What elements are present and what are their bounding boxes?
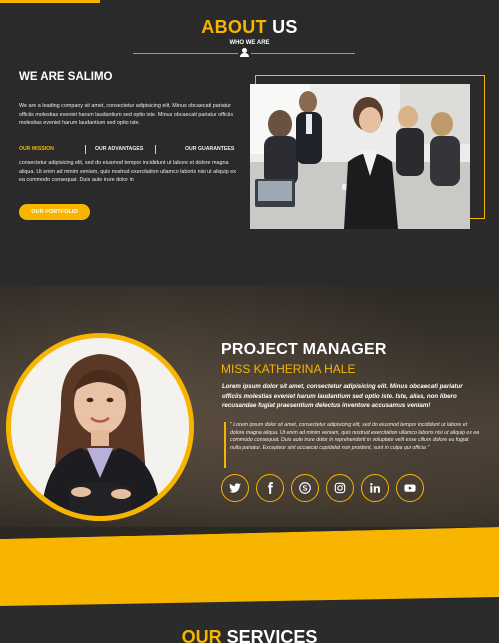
about-heading-prefix: WE ARE — [19, 71, 68, 83]
about-title-highlight: ABOUT — [201, 17, 267, 37]
about-heading-brand: SALIMO — [67, 71, 113, 83]
about-title-rest: US — [266, 17, 298, 37]
manager-intro: Lorem ipsum dolor sit amet, consectetur … — [222, 383, 463, 409]
about-description: We are a leading company sit amet, conse… — [19, 103, 234, 126]
about-subtitle: WHO WE ARE — [229, 40, 270, 46]
user-icon — [238, 48, 251, 58]
services-title: OUR SERVICES — [0, 627, 499, 643]
social-links — [221, 474, 431, 503]
manager-role-title: PROJECT MANAGER — [221, 341, 387, 358]
office-team-image — [250, 84, 470, 229]
services-title-rest: SERVICES — [221, 627, 318, 643]
about-section: ABOUT US WHO WE ARE WE ARE SALIMO We are… — [0, 0, 499, 285]
about-title: ABOUT US — [0, 17, 499, 38]
facebook-icon[interactable] — [256, 474, 284, 502]
tab-separator — [155, 145, 156, 154]
manager-name: MISS KATHERINA HALE — [221, 362, 356, 376]
manager-portrait — [11, 338, 189, 516]
tab-separator — [85, 145, 86, 154]
tab-content-text: consectetur adipisicing elit, sed do eiu… — [19, 160, 236, 183]
linkedin-icon[interactable] — [361, 474, 389, 502]
tab-our-advantages[interactable]: OUR ADVANTAGES — [95, 146, 143, 152]
our-portfolio-button[interactable]: OUR PORTFOLIO — [19, 204, 90, 220]
about-tabs: OUR MISSION OUR ADVANTAGES OUR GUARANTEE… — [19, 145, 241, 154]
tab-our-mission[interactable]: OUR MISSION — [19, 146, 54, 152]
youtube-icon[interactable] — [396, 474, 424, 502]
skype-icon[interactable] — [291, 474, 319, 502]
twitter-icon[interactable] — [221, 474, 249, 502]
top-accent-bar — [0, 0, 100, 3]
tab-our-guarantees[interactable]: OUR GUARANTEES — [185, 146, 234, 152]
about-heading: WE ARE SALIMO — [19, 71, 113, 83]
manager-quote: " Lorem ipsum dolor sit amet, consectetu… — [224, 422, 480, 468]
services-title-highlight: OUR — [181, 627, 222, 643]
instagram-icon[interactable] — [326, 474, 354, 502]
yellow-divider-band — [0, 527, 499, 606]
